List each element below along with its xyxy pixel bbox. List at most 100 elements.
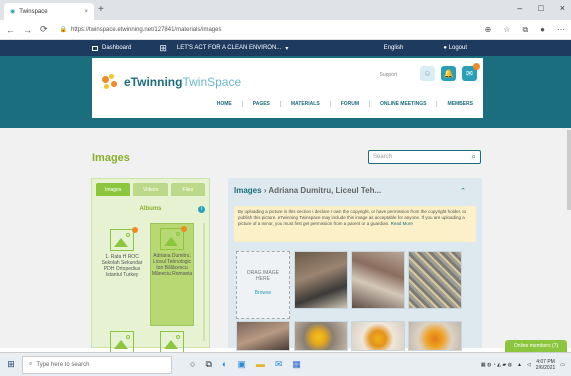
photo-thumbnail[interactable] bbox=[408, 251, 462, 309]
support-link[interactable]: Support bbox=[379, 72, 397, 78]
menu-pages[interactable]: PAGES bbox=[241, 101, 280, 107]
search-icon[interactable]: ⌕ bbox=[472, 152, 476, 162]
close-window-icon[interactable]: × bbox=[560, 3, 565, 13]
copyright-notice: By uploading a picture in this section I… bbox=[234, 206, 476, 242]
store-icon[interactable]: ▣ bbox=[237, 359, 246, 370]
album-scrollbar[interactable] bbox=[203, 223, 205, 341]
search-input[interactable]: Search ⌕ bbox=[368, 150, 481, 164]
notifications-icon[interactable]: 🔔 bbox=[441, 66, 456, 81]
menu-home[interactable]: HOME bbox=[207, 101, 242, 107]
page-title: Images bbox=[92, 152, 130, 164]
logo-mark-icon bbox=[100, 72, 120, 92]
tab-files[interactable]: Files bbox=[170, 183, 205, 196]
tab-images[interactable]: Images bbox=[96, 183, 131, 196]
app-icon[interactable]: ▦ bbox=[292, 359, 301, 370]
clock[interactable]: 4:07 PM 2/6/2021 bbox=[536, 359, 555, 371]
reload-icon[interactable]: ⟳ bbox=[40, 24, 48, 35]
unread-badge bbox=[473, 63, 480, 70]
new-tab-icon[interactable]: + bbox=[98, 4, 104, 15]
images-panel: Images › Adriana Dumitru, Liceul Teh... … bbox=[228, 178, 482, 351]
cortana-icon[interactable]: ○ bbox=[190, 359, 195, 370]
image-placeholder-icon bbox=[160, 228, 184, 250]
forward-icon[interactable]: → bbox=[23, 25, 32, 35]
etwinning-logo[interactable]: eTwinningTwinSpace bbox=[100, 72, 241, 92]
online-members-button[interactable]: Online members (7) bbox=[505, 340, 567, 352]
panel-title: Images › Adriana Dumitru, Liceul Teh... bbox=[234, 186, 382, 195]
windows-taskbar: ⊞ ⌕ Type here to search ○ ⧉ ◐ ▣ ▬ ✉ ▦ ▦ … bbox=[0, 352, 571, 376]
profile-icon[interactable]: ● bbox=[540, 25, 545, 35]
notification-center-icon[interactable]: ▭ bbox=[560, 362, 565, 368]
favorite-icon[interactable]: ☆ bbox=[503, 25, 510, 35]
messages-icon[interactable]: ✉ bbox=[462, 63, 480, 81]
menu-forum[interactable]: FORUM bbox=[329, 101, 369, 107]
album-label: 1. Rata H ROC Sekolah Sekundar PDH Ortop… bbox=[101, 254, 143, 278]
project-title: LET'S ACT FOR A CLEAN ENVIRON... bbox=[176, 45, 282, 51]
edge-icon[interactable]: ◐ bbox=[222, 359, 227, 370]
drop-zone-text: DRAG IMAGE HERE bbox=[247, 270, 279, 282]
task-view-icon[interactable]: ⧉ bbox=[205, 359, 211, 370]
close-tab-icon[interactable]: × bbox=[84, 9, 88, 15]
language-selector[interactable]: English bbox=[384, 45, 404, 51]
photo-thumbnail[interactable] bbox=[408, 321, 462, 351]
album-item[interactable]: 1. Rata H ROC Sekolah Sekundar PDH Ortop… bbox=[100, 227, 144, 278]
image-placeholder-icon bbox=[110, 229, 134, 251]
logo-secondary: TwinSpace bbox=[182, 75, 242, 89]
apps-grid-icon[interactable]: ⊞ bbox=[159, 43, 167, 54]
chevron-down-icon: ▾ bbox=[285, 45, 289, 52]
site-header: eTwinningTwinSpace Support ☺ 🔔 ✉ HOME PA… bbox=[92, 58, 483, 118]
photo-thumbnail[interactable] bbox=[351, 251, 405, 309]
tab-title: Twinspace bbox=[19, 8, 48, 15]
url-field[interactable]: 🔒 https://twinspace.etwinning.net/127841… bbox=[56, 23, 477, 37]
album-label: Adriana Dumitru, Liceul Tehnologic Ion B… bbox=[151, 253, 193, 277]
lock-icon: 🔒 bbox=[59, 27, 68, 33]
clock-time: 4:07 PM bbox=[536, 358, 555, 365]
browser-tab[interactable]: ◉ Twinspace × bbox=[4, 3, 94, 20]
user-icon[interactable]: ☺ bbox=[420, 66, 435, 81]
photo-thumbnail[interactable] bbox=[294, 321, 348, 351]
photo-thumbnail[interactable] bbox=[294, 251, 348, 309]
menu-online-meetings[interactable]: ONLINE MEETINGS bbox=[369, 101, 436, 107]
windows-start-icon[interactable]: ⊞ bbox=[0, 359, 22, 370]
logout-link[interactable]: ● Logout bbox=[443, 45, 467, 51]
info-icon[interactable]: i bbox=[198, 206, 205, 213]
menu-members[interactable]: MEMBERS bbox=[436, 101, 483, 107]
more-icon[interactable]: ⋯ bbox=[557, 25, 565, 35]
address-bar: ← → ⟳ 🔒 https://twinspace.etwinning.net/… bbox=[0, 20, 571, 40]
page-scrollbar[interactable] bbox=[567, 130, 571, 210]
taskbar-search[interactable]: ⌕ Type here to search bbox=[22, 355, 172, 374]
tray-icons[interactable]: ▦ ◍ ◔ ◭ ▰ ◍ bbox=[481, 362, 512, 368]
album-item-selected[interactable]: Adriana Dumitru, Liceul Tehnologic Ion B… bbox=[150, 223, 194, 326]
taskbar-search-placeholder: Type here to search bbox=[36, 361, 90, 368]
logo-primary: eTwinning bbox=[124, 75, 183, 89]
favicon-icon: ◉ bbox=[10, 9, 16, 15]
window-controls: – □ × bbox=[517, 3, 565, 13]
photo-thumbnail[interactable] bbox=[351, 321, 405, 351]
browse-link[interactable]: Browse bbox=[237, 290, 289, 296]
delete-album-icon[interactable] bbox=[132, 227, 138, 233]
collections-icon[interactable]: ⧉ bbox=[522, 25, 528, 35]
mail-icon[interactable]: ✉ bbox=[275, 359, 283, 370]
clock-date: 2/6/2021 bbox=[535, 364, 556, 371]
menu-materials[interactable]: MATERIALS bbox=[279, 101, 330, 107]
dashboard-link[interactable]: Dashboard bbox=[92, 45, 131, 51]
image-drop-zone[interactable]: DRAG IMAGE HERE Browse bbox=[236, 251, 290, 319]
tab-videos[interactable]: Videos bbox=[133, 183, 168, 196]
image-placeholder-icon bbox=[110, 331, 134, 353]
album-breadcrumb[interactable]: › Adriana Dumitru, Liceul Teh... bbox=[264, 186, 381, 195]
maximize-icon[interactable]: □ bbox=[538, 3, 543, 13]
project-selector[interactable]: LET'S ACT FOR A CLEAN ENVIRON... ▾ bbox=[177, 45, 288, 52]
volume-icon[interactable]: ◁ bbox=[527, 362, 531, 368]
delete-album-icon[interactable] bbox=[181, 226, 187, 232]
chevron-up-icon[interactable]: ⌃ bbox=[460, 187, 466, 195]
folder-icon[interactable]: ▬ bbox=[256, 359, 265, 370]
network-icon[interactable]: ▲ bbox=[517, 362, 522, 368]
read-more-link[interactable]: Read More bbox=[391, 221, 413, 226]
site-topbar: Dashboard ⊞ LET'S ACT FOR A CLEAN ENVIRO… bbox=[0, 40, 571, 56]
dashboard-icon bbox=[92, 45, 98, 51]
minimize-icon[interactable]: – bbox=[517, 3, 522, 13]
photo-thumbnail[interactable] bbox=[236, 321, 290, 351]
back-icon[interactable]: ← bbox=[6, 25, 15, 35]
image-placeholder-icon bbox=[160, 331, 184, 353]
browser-tabbar: ◉ Twinspace × + – □ × bbox=[0, 0, 571, 20]
extension-icon[interactable]: ⊕ bbox=[485, 25, 492, 35]
